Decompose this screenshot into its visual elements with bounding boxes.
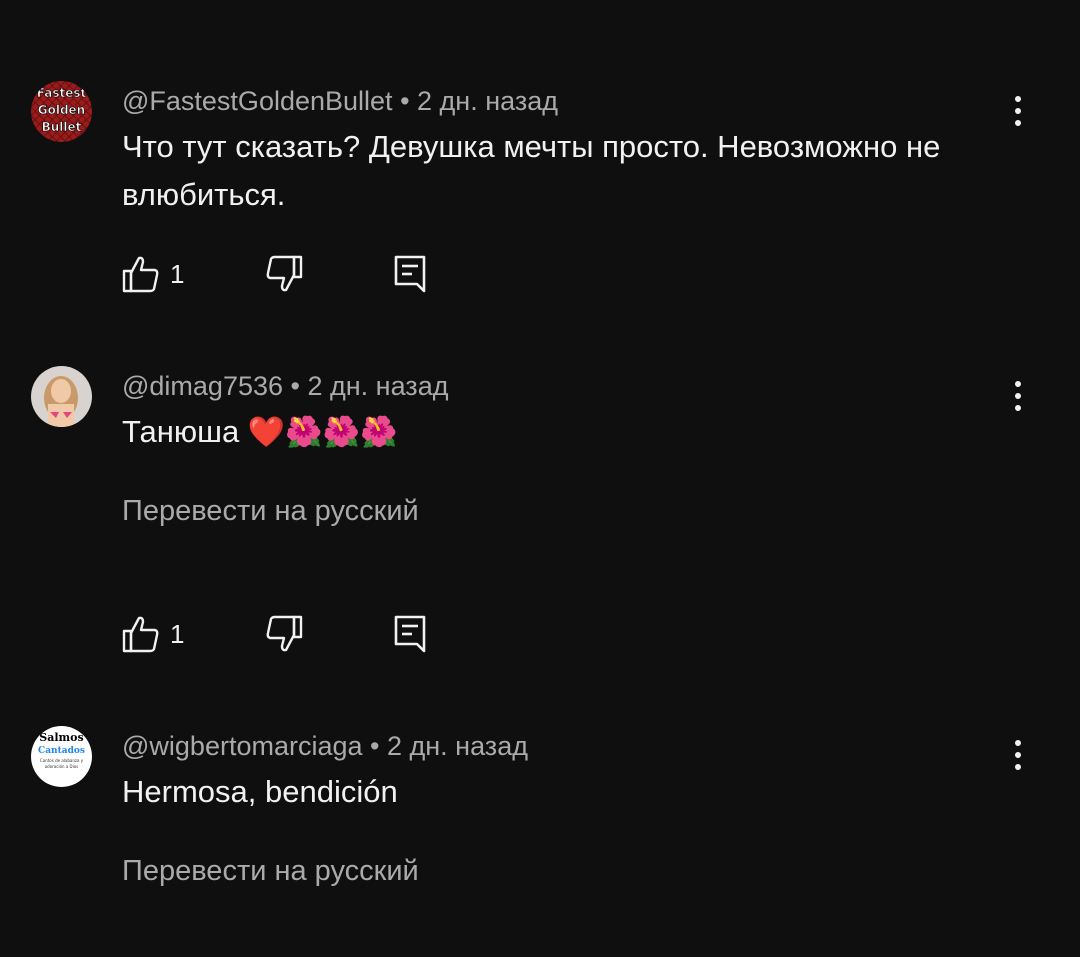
avatar-text-line: Golden: [38, 103, 85, 117]
comment-actions: 1: [122, 252, 442, 296]
comment-text: Что тут сказать? Девушка мечты просто. Н…: [122, 129, 941, 212]
translate-link[interactable]: Перевести на русский: [122, 495, 419, 528]
avatar-text-line: Salmos: [39, 731, 83, 744]
comment-meta: @dimag7536 • 2 дн. назад: [122, 369, 448, 403]
more-vertical-icon[interactable]: [1000, 86, 1036, 136]
translate-link[interactable]: Перевести на русский: [122, 855, 419, 888]
avatar-text-line: Cantos de alabanza y: [40, 758, 84, 763]
meta-separator: •: [370, 731, 380, 761]
thumb-down-icon: [266, 255, 303, 292]
thumb-up-icon: [122, 256, 159, 293]
thumb-up-icon: [122, 616, 159, 653]
author-name[interactable]: @dimag7536: [122, 371, 283, 401]
avatar[interactable]: [31, 366, 92, 427]
more-vertical-icon[interactable]: [1000, 371, 1036, 421]
comment-time: 2 дн. назад: [417, 86, 558, 116]
meta-separator: •: [400, 86, 410, 116]
comment-time: 2 дн. назад: [387, 731, 528, 761]
comment-time: 2 дн. назад: [307, 371, 449, 401]
avatar[interactable]: Fastest Golden Bullet: [31, 81, 92, 142]
author-name[interactable]: @wigbertomarciaga: [122, 731, 363, 761]
comment-text: Hermosa, bendición: [122, 774, 398, 809]
reply-button[interactable]: [392, 252, 428, 296]
comment-meta: @wigbertomarciaga • 2 дн. назад: [122, 729, 528, 763]
avatar[interactable]: Salmos Cantados Cantos de alabanza y ado…: [31, 726, 92, 787]
comment-text-main: Танюша: [122, 414, 240, 449]
meta-separator: •: [290, 371, 300, 401]
like-count: 1: [170, 618, 185, 649]
like-button[interactable]: 1: [122, 252, 184, 296]
avatar-text-line: Cantados: [38, 746, 85, 756]
reply-button[interactable]: [392, 612, 428, 656]
reply-comment-icon: [394, 255, 426, 293]
avatar-text-line: Fastest: [37, 86, 87, 100]
comment-meta: @FastestGoldenBullet • 2 дн. назад: [122, 84, 558, 118]
author-name[interactable]: @FastestGoldenBullet: [122, 86, 393, 116]
like-button[interactable]: 1: [122, 612, 184, 656]
thumb-down-icon: [266, 615, 303, 652]
avatar-text-line: Bullet: [42, 120, 82, 134]
comment-actions: 1: [122, 612, 442, 656]
avatar-text-line: adoración a Dios: [45, 764, 79, 769]
dislike-button[interactable]: [265, 252, 303, 296]
like-count: 1: [170, 258, 185, 289]
comment-text: Танюша ❤️🌺🌺🌺: [122, 408, 1002, 457]
reply-comment-icon: [394, 615, 426, 653]
comment-emoji: ❤️🌺🌺🌺: [247, 416, 398, 449]
more-vertical-icon[interactable]: [1000, 730, 1036, 780]
dislike-button[interactable]: [265, 612, 303, 656]
